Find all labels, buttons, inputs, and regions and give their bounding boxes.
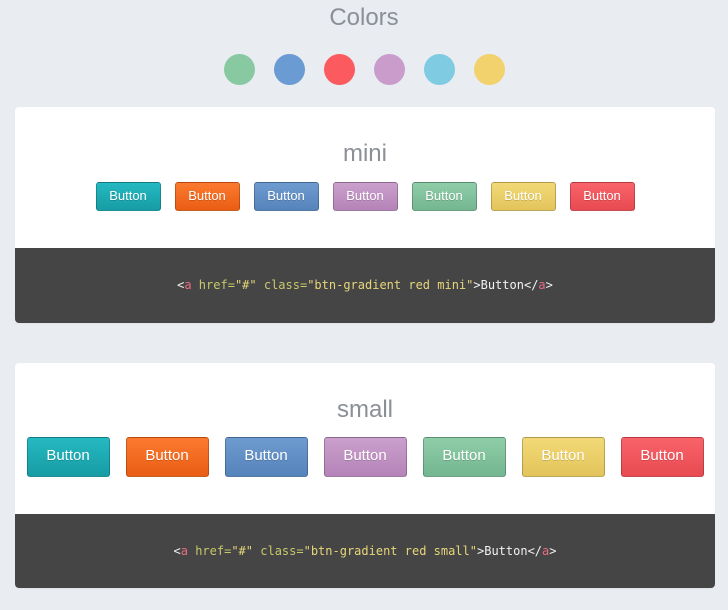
small-code-snippet: <a href="#" class="btn-gradient red smal…: [15, 514, 715, 588]
small-button-green[interactable]: Button: [422, 437, 506, 477]
small-button-orange[interactable]: Button: [125, 437, 209, 477]
small-button-blue[interactable]: Button: [224, 437, 308, 477]
small-section: small Button Button Button Button Button…: [15, 363, 715, 588]
code-attr: class=: [253, 544, 304, 558]
mini-button-yellow[interactable]: Button: [490, 182, 556, 211]
color-swatch[interactable]: [373, 54, 405, 85]
code-text: Button: [484, 544, 528, 558]
code-attr: class=: [256, 278, 308, 292]
color-swatch[interactable]: [473, 54, 505, 85]
code-tag: a: [184, 278, 192, 292]
mini-button-cyan[interactable]: Button: [95, 182, 161, 211]
mini-button-orange[interactable]: Button: [174, 182, 240, 211]
color-swatch[interactable]: [423, 54, 455, 85]
code-punct: <: [173, 544, 181, 558]
code-attr: href=: [191, 278, 235, 292]
section-heading: small: [336, 396, 393, 423]
page-title: Colors: [329, 4, 399, 31]
mini-button-row: Button Button Button Button Button Butto…: [15, 182, 715, 211]
mini-button-red[interactable]: Button: [569, 182, 635, 211]
code-tag: a: [180, 544, 188, 558]
mini-code-snippet: <a href="#" class="btn-gradient red mini…: [15, 248, 715, 323]
code-value: "btn-gradient red mini": [307, 278, 474, 292]
code-attr: href=: [187, 544, 232, 558]
small-button-row: Button Button Button Button Button Butto…: [15, 437, 715, 477]
mini-button-blue[interactable]: Button: [253, 182, 319, 211]
code-punct: >: [545, 278, 553, 292]
code-value: "#": [231, 544, 254, 558]
code-punct: >: [549, 544, 557, 558]
small-button-purple[interactable]: Button: [323, 437, 407, 477]
mini-button-purple[interactable]: Button: [332, 182, 398, 211]
section-heading: mini: [342, 140, 387, 167]
code-punct: >: [473, 278, 481, 292]
small-button-red[interactable]: Button: [620, 437, 704, 477]
code-text: Button: [480, 278, 524, 292]
code-punct: </: [527, 544, 543, 558]
mini-button-green[interactable]: Button: [411, 182, 477, 211]
color-swatch[interactable]: [223, 54, 255, 85]
mini-section: mini Button Button Button Button Button …: [15, 107, 715, 323]
code-punct: </: [523, 278, 539, 292]
small-button-cyan[interactable]: Button: [26, 437, 110, 477]
color-swatch[interactable]: [323, 54, 355, 85]
code-value: "#": [234, 278, 257, 292]
color-swatches: [0, 54, 728, 85]
code-value: "btn-gradient red small": [303, 544, 477, 558]
color-swatch[interactable]: [273, 54, 305, 85]
small-button-yellow[interactable]: Button: [521, 437, 605, 477]
code-tag: a: [538, 278, 546, 292]
